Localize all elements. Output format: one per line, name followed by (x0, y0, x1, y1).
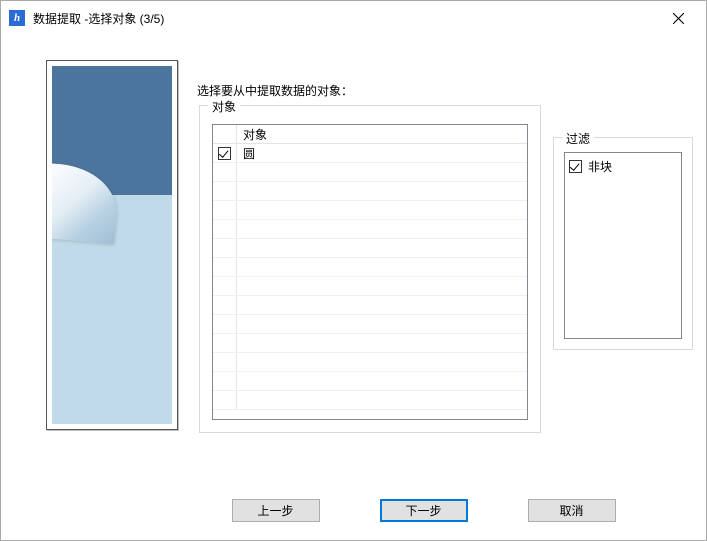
filter-checkbox[interactable] (569, 160, 582, 173)
list-item[interactable]: 非块 (569, 157, 677, 175)
table-row (213, 296, 527, 315)
table-row (213, 277, 527, 296)
objects-table[interactable]: 对象 圆 (212, 124, 528, 420)
cancel-button[interactable]: 取消 (528, 499, 616, 522)
table-row (213, 182, 527, 201)
titlebar: h 数据提取 -选择对象 (3/5) (1, 1, 706, 35)
objects-group-legend: 对象 (208, 98, 240, 115)
wizard-preview-image (52, 66, 172, 424)
row-checkbox[interactable] (218, 147, 231, 160)
row-check-cell (213, 372, 237, 390)
row-check-cell (213, 220, 237, 238)
table-row (213, 372, 527, 391)
row-label: 圆 (237, 144, 527, 162)
objects-header-label: 对象 (237, 125, 527, 143)
row-check-cell (213, 163, 237, 181)
close-icon (673, 13, 684, 24)
row-check-cell (213, 201, 237, 219)
row-check-cell (213, 144, 237, 162)
window-title: 数据提取 -选择对象 (3/5) (33, 10, 658, 27)
row-label (237, 182, 527, 200)
row-check-cell (213, 182, 237, 200)
button-row: 上一步 下一步 取消 (1, 499, 706, 522)
row-label (237, 201, 527, 219)
row-check-cell (213, 258, 237, 276)
row-check-cell (213, 353, 237, 371)
close-button[interactable] (658, 3, 698, 33)
row-label (237, 353, 527, 371)
objects-header-row: 对象 (213, 125, 527, 144)
row-check-cell (213, 296, 237, 314)
row-label (237, 296, 527, 314)
app-icon: h (9, 10, 25, 26)
instruction-label: 选择要从中提取数据的对象： (197, 82, 353, 99)
row-label (237, 334, 527, 352)
row-label (237, 372, 527, 390)
next-button[interactable]: 下一步 (380, 499, 468, 522)
row-label (237, 258, 527, 276)
row-label (237, 163, 527, 181)
table-row (213, 334, 527, 353)
table-row (213, 220, 527, 239)
wizard-preview (46, 60, 178, 430)
row-check-cell (213, 391, 237, 409)
table-row[interactable]: 圆 (213, 144, 527, 163)
objects-header-check-col (213, 125, 237, 143)
row-check-cell (213, 277, 237, 295)
dialog-window: h 数据提取 -选择对象 (3/5) 选择要从中提取数据的对象： 对象 对象 (0, 0, 707, 541)
table-row (213, 239, 527, 258)
table-row (213, 163, 527, 182)
back-button[interactable]: 上一步 (232, 499, 320, 522)
table-row (213, 258, 527, 277)
filter-label: 非块 (582, 158, 612, 175)
table-row (213, 353, 527, 372)
row-label (237, 391, 527, 409)
table-row (213, 315, 527, 334)
table-row (213, 201, 527, 220)
filter-group-legend: 过滤 (562, 130, 594, 147)
row-check-cell (213, 334, 237, 352)
row-label (237, 239, 527, 257)
table-row (213, 391, 527, 410)
row-label (237, 220, 527, 238)
filter-group: 过滤 非块 (553, 137, 693, 350)
filter-list[interactable]: 非块 (564, 152, 682, 339)
row-check-cell (213, 239, 237, 257)
dialog-body: 选择要从中提取数据的对象： 对象 对象 圆 过滤 非块 上一步 下一步 取消 (1, 35, 706, 540)
objects-group: 对象 对象 圆 (199, 105, 541, 433)
row-check-cell (213, 315, 237, 333)
row-label (237, 277, 527, 295)
row-label (237, 315, 527, 333)
